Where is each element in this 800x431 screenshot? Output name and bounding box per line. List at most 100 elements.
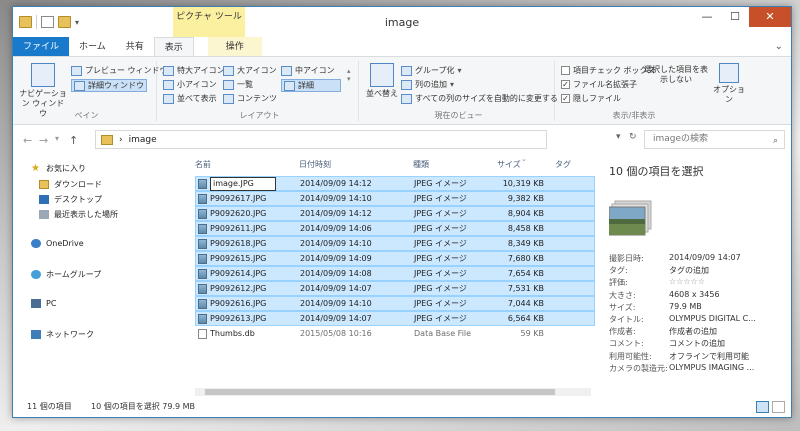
show-hide-group-label: 表示/非表示 <box>612 111 656 120</box>
hidden-items-label: 隠しファイル <box>573 94 621 103</box>
nav-item-pc[interactable]: PC <box>31 299 56 308</box>
file-row[interactable]: P9092612.JPG 2014/09/09 14:07 JPEG イメージ 7,5… <box>195 281 595 296</box>
file-type: JPEG イメージ <box>414 239 467 248</box>
column-header-date[interactable]: 日付時刻 <box>299 155 331 175</box>
group-by-button[interactable]: グループ化 ▾ <box>401 65 462 76</box>
layout-list[interactable]: 一覧 <box>223 79 253 90</box>
close-button[interactable]: ✕ <box>749 7 791 27</box>
refresh-icon[interactable]: ↻ <box>629 132 637 142</box>
cloud-icon <box>31 239 41 248</box>
address-bar[interactable]: › image <box>95 130 547 149</box>
breadcrumb-separator-icon: › <box>119 134 123 145</box>
file-row[interactable]: P9092614.JPG 2014/09/09 14:08 JPEG イメージ 7,6… <box>195 266 595 281</box>
details-pane-label: 詳細ウィンドウ <box>88 81 144 90</box>
file-row[interactable]: P9092611.JPG 2014/09/09 14:06 JPEG イメージ 8,4… <box>195 221 595 236</box>
layout-content[interactable]: コンテンツ <box>223 93 277 104</box>
jpeg-file-icon <box>198 224 207 234</box>
layout-tiles[interactable]: 並べて表示 <box>163 93 217 104</box>
preview-pane-button[interactable]: プレビュー ウィンドウ <box>71 65 168 76</box>
file-row[interactable]: P9092618.JPG 2014/09/09 14:10 JPEG イメージ 8,3… <box>195 236 595 251</box>
show-hide-group: 項目チェック ボックス ✓ ファイル名拡張子 ✓ 隠しファイル 選択した項目を表示し… <box>559 61 791 121</box>
tab-manage[interactable]: 操作 <box>207 37 262 56</box>
layout-scroll-icon[interactable]: ▴ ▾ <box>347 67 351 83</box>
layout-large[interactable]: 大アイコン <box>223 65 277 76</box>
options-button[interactable]: オプション <box>711 63 747 105</box>
scrollbar-thumb[interactable] <box>205 389 555 395</box>
tab-view[interactable]: 表示 <box>153 37 194 56</box>
nav-item-onedrive[interactable]: OneDrive <box>31 239 84 248</box>
address-dropdown-icon[interactable]: ▾ <box>616 132 621 142</box>
property-value[interactable]: 作成者の追加 <box>669 326 717 337</box>
maximize-button[interactable]: ☐ <box>721 7 749 27</box>
layout-details[interactable]: 詳細 <box>281 79 341 92</box>
nav-item-network[interactable]: ネットワーク <box>31 329 94 340</box>
tab-file[interactable]: ファイル <box>13 37 70 56</box>
breadcrumb-item[interactable]: image <box>129 135 157 145</box>
layout-small[interactable]: 小アイコン <box>163 79 217 90</box>
back-icon[interactable]: ← <box>23 134 32 147</box>
nav-item-recent[interactable]: 最近表示した場所 <box>39 209 118 220</box>
horizontal-scrollbar[interactable] <box>195 388 591 396</box>
property-value[interactable]: コメントの追加 <box>669 338 725 349</box>
nav-item-downloads[interactable]: ダウンロード <box>39 179 102 190</box>
recent-locations-icon[interactable]: ▾ <box>55 134 59 143</box>
file-size: 7,044 KB <box>507 299 544 308</box>
hide-selected-button[interactable]: 選択した項目を表示しない <box>643 65 709 85</box>
column-header-name[interactable]: 名前 <box>195 155 211 175</box>
file-rows: image.JPG 2014/09/09 14:12 JPEG イメージ 10,319… <box>195 176 595 341</box>
rename-input[interactable]: image.JPG <box>210 177 276 191</box>
size-all-columns-button[interactable]: すべての列のサイズを自動的に変更する <box>401 93 558 104</box>
hidden-items-toggle[interactable]: ✓ 隠しファイル <box>561 93 621 104</box>
minimize-button[interactable]: — <box>693 7 721 27</box>
nav-item-label: 最近表示した場所 <box>54 210 118 219</box>
file-row[interactable]: P9092613.JPG 2014/09/09 14:07 JPEG イメージ 6,5… <box>195 311 595 326</box>
item-checkboxes-toggle[interactable]: 項目チェック ボックス <box>561 65 655 76</box>
nav-item-desktop[interactable]: デスクトップ <box>39 194 102 205</box>
column-header-type[interactable]: 種類 <box>413 155 429 175</box>
up-icon[interactable]: ↑ <box>69 134 78 147</box>
tab-home[interactable]: ホーム <box>69 37 116 56</box>
file-name: P9092611.JPG <box>210 224 267 233</box>
file-row[interactable]: P9092620.JPG 2014/09/09 14:12 JPEG イメージ 8,9… <box>195 206 595 221</box>
current-view-group-label: 現在のビュー <box>434 111 483 120</box>
downloads-icon <box>39 180 49 189</box>
file-type: JPEG イメージ <box>414 314 467 323</box>
file-row[interactable]: P9092616.JPG 2014/09/09 14:10 JPEG イメージ 7,0… <box>195 296 595 311</box>
file-type: JPEG イメージ <box>414 209 467 218</box>
property-value[interactable]: タグの追加 <box>669 265 709 276</box>
layout-item-label: 詳細 <box>298 81 314 90</box>
sort-indicator-icon: ⌄ <box>521 155 527 163</box>
options-icon <box>719 63 739 83</box>
property-label: 評価: <box>609 278 628 288</box>
file-date: 2014/09/09 14:07 <box>300 284 372 293</box>
property-label: 作成者: <box>609 327 636 337</box>
layout-medium[interactable]: 中アイコン <box>281 65 335 76</box>
tiles-icon <box>163 93 174 104</box>
add-columns-button[interactable]: 列の追加 ▾ <box>401 79 454 90</box>
property-value[interactable]: ☆☆☆☆☆ <box>669 277 705 286</box>
sort-button[interactable]: 並べ替え <box>365 63 399 99</box>
file-row[interactable]: image.JPG 2014/09/09 14:12 JPEG イメージ 10,319… <box>195 176 595 191</box>
nav-item-favorites[interactable]: ★ お気に入り <box>31 163 86 174</box>
file-row[interactable]: P9092617.JPG 2014/09/09 14:10 JPEG イメージ 9,3… <box>195 191 595 206</box>
nav-item-homegroup[interactable]: ホームグループ <box>31 269 101 280</box>
large-icons-view-icon[interactable] <box>772 401 785 413</box>
layout-item-label: 大アイコン <box>237 66 277 75</box>
search-icon[interactable]: ⌕ <box>773 133 778 150</box>
details-view-icon[interactable] <box>756 401 769 413</box>
column-header-size[interactable]: サイズ <box>497 155 521 175</box>
details-pane-button[interactable]: 詳細ウィンドウ <box>71 79 147 92</box>
file-row[interactable]: P9092615.JPG 2014/09/09 14:09 JPEG イメージ 7,6… <box>195 251 595 266</box>
forward-icon[interactable]: → <box>39 134 48 147</box>
ribbon-minimize-icon[interactable]: ⌄ <box>775 41 783 52</box>
search-input[interactable]: imageの検索 ⌕ <box>644 130 785 149</box>
column-header-tags[interactable]: タグ <box>555 155 571 175</box>
file-extensions-toggle[interactable]: ✓ ファイル名拡張子 <box>561 79 637 90</box>
layout-extra-large[interactable]: 特大アイコン <box>163 65 225 76</box>
file-row[interactable]: Thumbs.db 2015/05/08 10:16 Data Base File 5… <box>195 326 595 341</box>
computer-icon <box>31 299 41 308</box>
file-size: 8,458 KB <box>507 224 544 233</box>
tab-share[interactable]: 共有 <box>116 37 154 56</box>
status-bar: 11 個の項目 10 個の項目を選択 79.9 MB <box>13 397 791 417</box>
property-value: OLYMPUS IMAGING ... <box>669 362 755 372</box>
